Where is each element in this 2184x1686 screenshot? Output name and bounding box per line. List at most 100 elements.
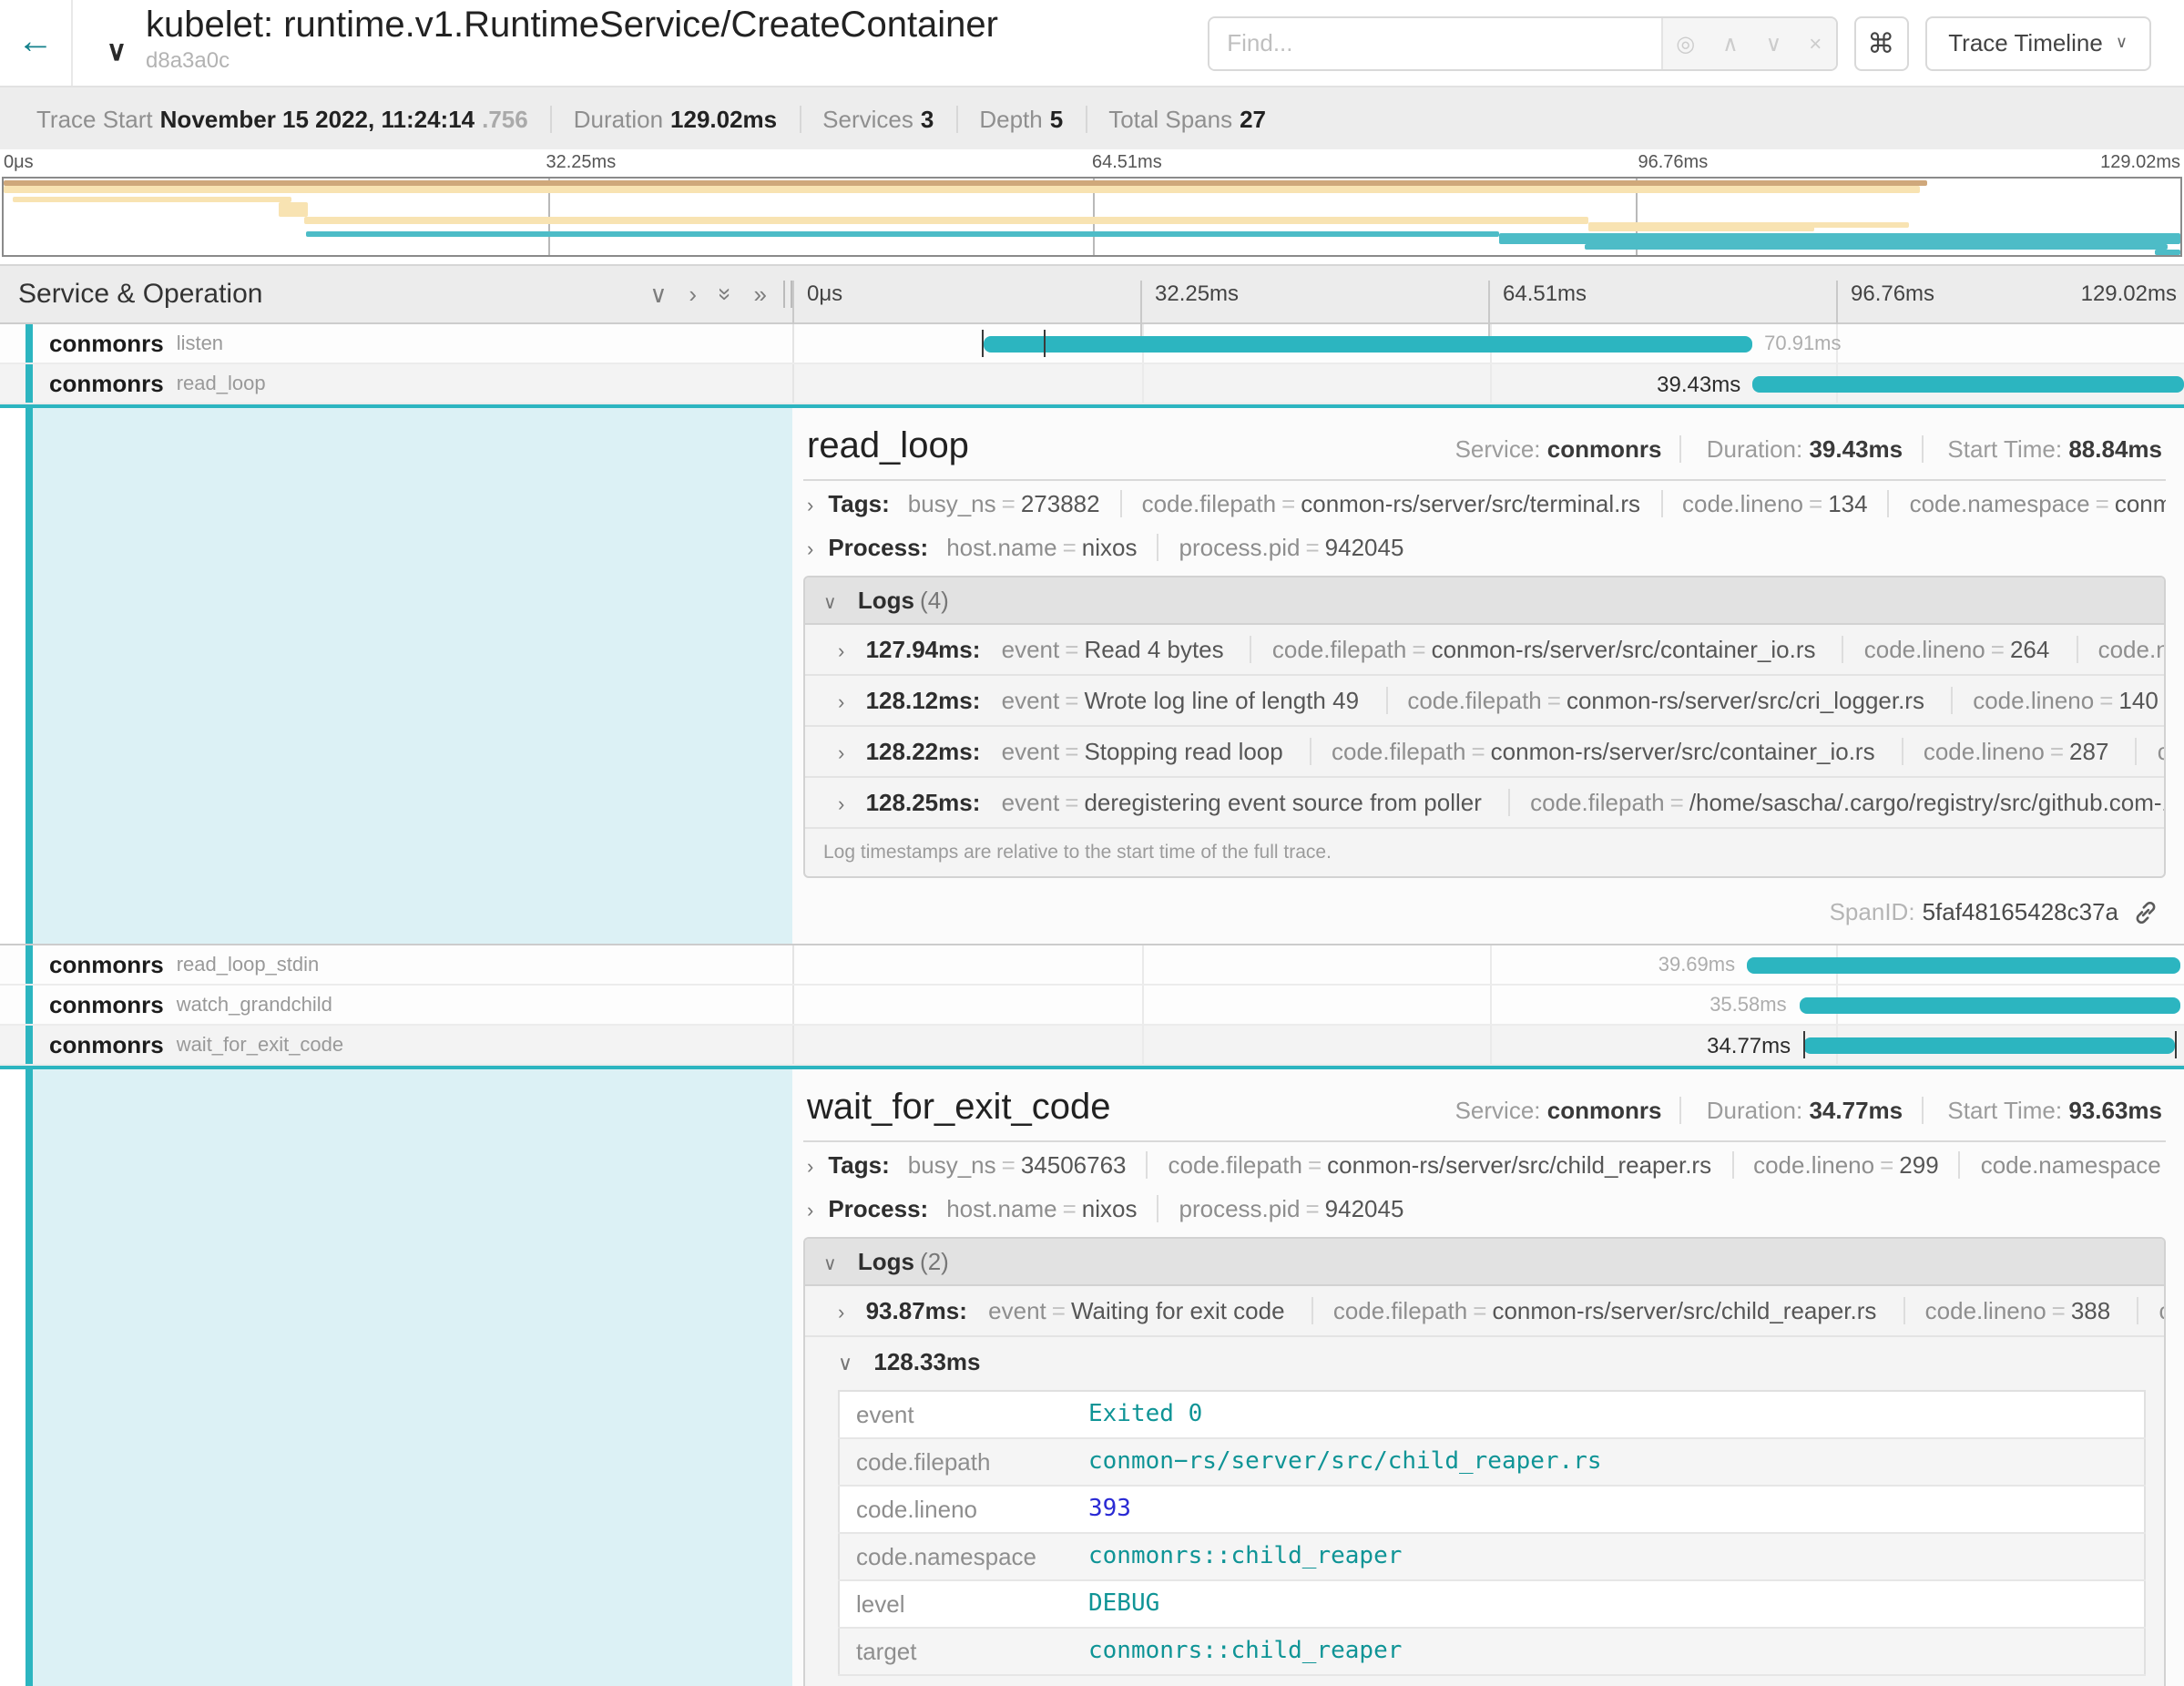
copy-link-icon[interactable] <box>2133 899 2158 925</box>
span-name-cell[interactable]: conmonrs listen <box>0 324 792 363</box>
span-row-wait_for_exit_code: conmonrs wait_for_exit_code 34.77ms <box>0 1026 2184 1066</box>
chevron-right-icon: › <box>807 1201 813 1222</box>
service-color-bar <box>26 364 33 403</box>
log-marker <box>2174 1031 2176 1058</box>
log-entry[interactable]: › 93.87ms: event=Waiting for exit code c… <box>805 1286 2164 1337</box>
minimap-span-bar <box>278 202 308 217</box>
log-marker <box>982 330 984 357</box>
span-name-cell[interactable]: conmonrs read_loop_stdin <box>0 945 792 984</box>
log-marker <box>1043 330 1045 357</box>
trace-services: Services3 <box>801 105 957 132</box>
span-row-watch_grandchild: conmonrs watch_grandchild 35.58ms <box>0 986 2184 1026</box>
span-duration-bar[interactable] <box>1803 1037 2176 1053</box>
logs-note: Log timestamps are relative to the start… <box>805 829 2164 876</box>
minimap-canvas[interactable] <box>2 177 2182 257</box>
log-entry[interactable]: › 128.12ms: event=Wrote log line of leng… <box>805 676 2164 727</box>
trace-id: d8a3a0c <box>146 47 998 73</box>
timeline-gridline <box>1489 986 1491 1024</box>
trace-collapse-toggle[interactable]: ∨ <box>95 0 138 86</box>
service-name: conmonrs <box>49 951 164 978</box>
process-accordion[interactable]: › Process: host.name=nixos process.pid=9… <box>803 525 2166 568</box>
span-duration-bar[interactable] <box>1753 375 2184 392</box>
back-arrow-icon: ← <box>17 22 54 62</box>
trace-depth: Depth5 <box>957 105 1087 132</box>
keyboard-shortcuts-button[interactable]: ⌘ <box>1853 15 1908 70</box>
timeline-gridline <box>1489 945 1491 984</box>
collapse-deep-icon[interactable]: » <box>711 288 739 301</box>
chevron-right-icon: › <box>838 743 844 765</box>
tag-chip: code.lineno=134 <box>1660 490 1868 517</box>
minimap-span-bar <box>306 231 1499 237</box>
trace-total-spans: Total Spans27 <box>1087 105 1288 132</box>
clear-search-icon[interactable]: × <box>1809 30 1822 56</box>
expand-one-icon[interactable]: › <box>689 281 697 308</box>
chevron-down-icon: ∨ <box>838 1354 852 1375</box>
chevron-down-icon: ∨ <box>823 1255 837 1275</box>
minimap-span-bar <box>1588 222 1815 231</box>
find-input[interactable] <box>1209 17 1660 68</box>
span-name-cell[interactable]: conmonrs wait_for_exit_code <box>0 1026 792 1064</box>
span-duration-bar[interactable] <box>984 335 1752 352</box>
prev-match-icon[interactable]: ∧ <box>1722 30 1739 56</box>
next-match-icon[interactable]: ∨ <box>1766 30 1782 56</box>
log-marker <box>1803 1031 1805 1058</box>
table-row: levelDEBUG <box>839 1580 2145 1628</box>
timeline-minimap: 0μs 32.25ms 64.51ms 96.76ms 129.02ms <box>0 149 2184 257</box>
tag-chip: busy_ns=273882 <box>908 490 1100 517</box>
chevron-down-icon: ∨ <box>107 36 127 66</box>
process-chip: host.name=nixos <box>946 1195 1137 1222</box>
chevron-right-icon: › <box>807 539 813 561</box>
timeline-gridline <box>1142 364 1144 403</box>
tags-accordion[interactable]: › Tags: busy_ns=273882 code.filepath=con… <box>803 481 2166 525</box>
log-entry[interactable]: › 127.94ms: event=Read 4 bytes code.file… <box>805 625 2164 676</box>
span-detail-wait_for_exit_code: wait_for_exit_code Service: conmonrs Dur… <box>0 1066 2184 1686</box>
log-entry[interactable]: › 128.25ms: event=deregistering event so… <box>805 778 2164 829</box>
process-accordion[interactable]: › Process: host.name=nixos process.pid=9… <box>803 1186 2166 1230</box>
chevron-down-icon: ∨ <box>2116 33 2128 53</box>
service-name: conmonrs <box>49 330 164 357</box>
span-duration-bar[interactable] <box>1748 956 2180 973</box>
minimap-span-bar <box>1499 233 2180 244</box>
minimap-span-bar <box>13 197 291 202</box>
match-case-icon[interactable]: ◎ <box>1676 30 1695 56</box>
span-meta: Service: conmonrs Duration: 39.43ms Star… <box>1455 435 2162 463</box>
expand-all-icon[interactable]: » <box>754 281 767 308</box>
tag-chip: code.namespace=conmonrs::child_reap… <box>1959 1151 2166 1179</box>
log-entry[interactable]: › 128.22ms: event=Stopping read loop cod… <box>805 727 2164 778</box>
timeline-gridline <box>1489 1026 1491 1064</box>
table-row: eventExited 0 <box>839 1391 2145 1438</box>
span-title: read_loop <box>807 426 969 468</box>
span-duration-label: 35.58ms <box>1709 994 1786 1016</box>
logs-accordion-header[interactable]: ∨ Logs(2) <box>805 1239 2164 1286</box>
service-name: conmonrs <box>49 1031 164 1058</box>
back-button[interactable]: ← <box>0 0 73 86</box>
minimap-span-bar <box>4 186 1919 193</box>
tags-accordion[interactable]: › Tags: busy_ns=34506763 code.filepath=c… <box>803 1142 2166 1186</box>
timeline-gridline <box>1142 986 1144 1024</box>
span-row-read_loop: conmonrs read_loop 39.43ms <box>0 364 2184 404</box>
timeline-grid-header: Service & Operation ∨ › » » 0μs 32.25ms … <box>0 264 2184 324</box>
span-name-cell[interactable]: conmonrs watch_grandchild <box>0 986 792 1024</box>
chevron-right-icon: › <box>838 1303 844 1324</box>
log-entry-expanded[interactable]: ∨ 128.33ms <box>805 1337 2164 1379</box>
trace-view-selector[interactable]: Trace Timeline ∨ <box>1924 15 2151 70</box>
column-resizer-handle[interactable] <box>783 281 792 308</box>
log-fields-table-wrap: eventExited 0 code.filepathconmon−rs/ser… <box>805 1379 2164 1686</box>
page-title: kubelet: runtime.v1.RuntimeService/Creat… <box>146 5 998 47</box>
header-controls: ◎ ∧ ∨ × ⌘ Trace Timeline ∨ <box>1207 0 2184 86</box>
process-chip: host.name=nixos <box>946 534 1137 561</box>
span-detail-panel: read_loop Service: conmonrs Duration: 39… <box>792 408 2184 944</box>
detail-gutter <box>0 1069 792 1686</box>
operation-name: read_loop <box>177 373 266 394</box>
service-name: conmonrs <box>49 370 164 397</box>
logs-accordion-header[interactable]: ∨ Logs(4) <box>805 577 2164 625</box>
detail-gutter <box>0 408 792 944</box>
span-name-cell[interactable]: conmonrs read_loop <box>0 364 792 403</box>
service-color-bar <box>26 1069 33 1686</box>
span-detail-read_loop: read_loop Service: conmonrs Duration: 39… <box>0 404 2184 945</box>
span-title: wait_for_exit_code <box>807 1088 1111 1129</box>
collapse-all-icon[interactable]: ∨ <box>649 280 667 309</box>
span-duration-label: 70.91ms <box>1764 332 1841 354</box>
jaeger-trace-page: ← ∨ kubelet: runtime.v1.RuntimeService/C… <box>0 0 2184 1686</box>
span-duration-bar[interactable] <box>1799 996 2181 1013</box>
